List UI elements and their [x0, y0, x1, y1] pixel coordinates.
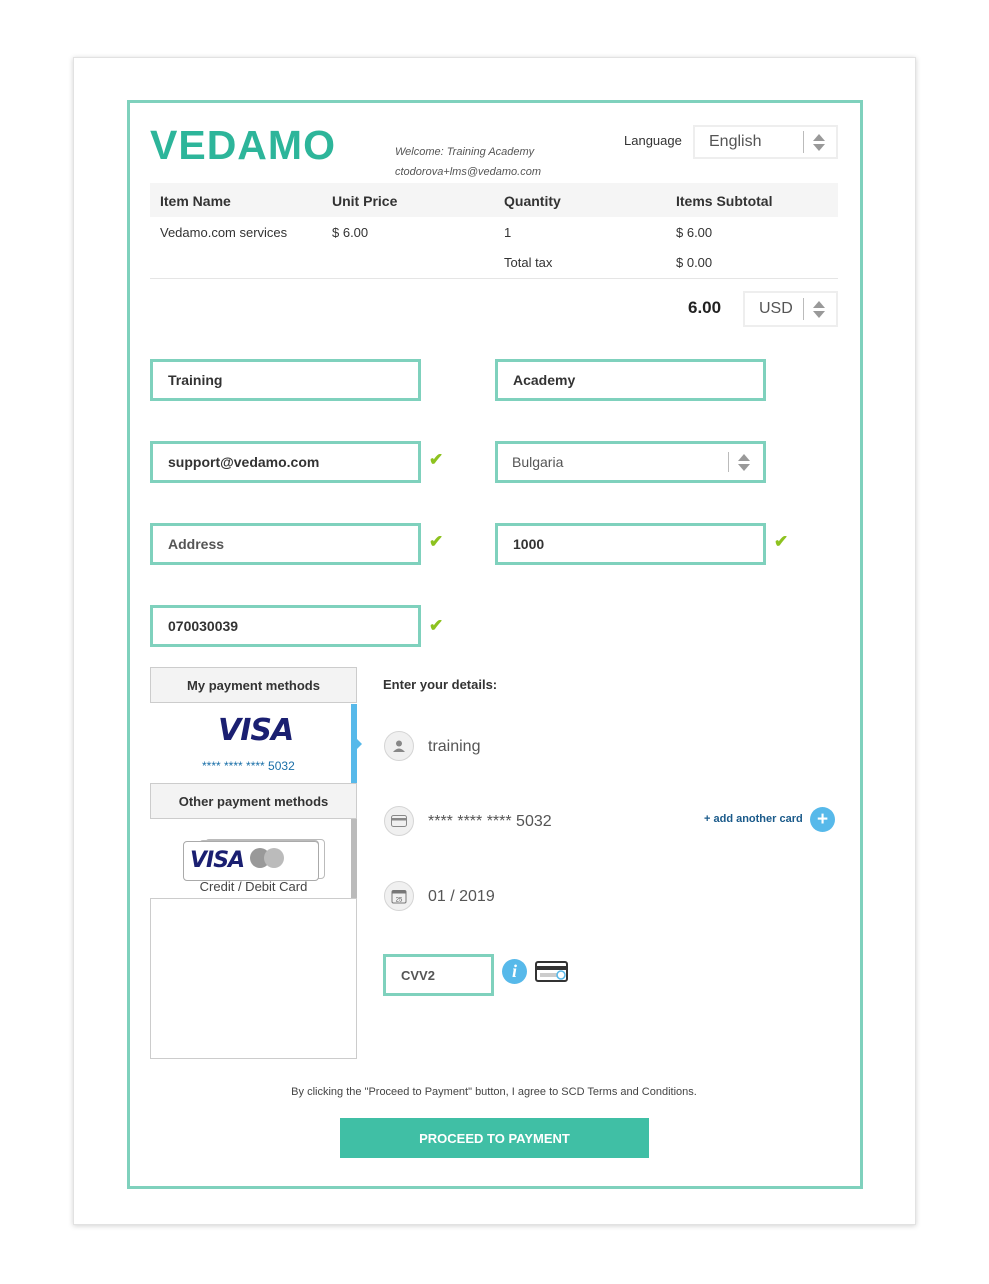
row-unit-price: $ 6.00 — [332, 225, 369, 240]
terms-text: By clicking the "Proceed to Payment" but… — [291, 1086, 697, 1098]
expiry-value: 01 / 2019 — [428, 888, 495, 905]
zip-input[interactable]: 1000 — [495, 523, 766, 565]
card-holder-value: training — [428, 738, 481, 755]
other-payment-methods-title: Other payment methods — [150, 783, 357, 819]
address-check-icon: ✔ — [429, 532, 444, 551]
proceed-to-payment-button[interactable]: PROCEED TO PAYMENT — [340, 1118, 649, 1158]
option-scroll-indicator — [351, 819, 357, 898]
updown-arrows-icon — [737, 453, 751, 471]
visa-logo-icon: VISA — [218, 713, 294, 748]
col-quantity: Quantity — [504, 193, 561, 209]
cvv-input[interactable]: CVV2 — [383, 954, 494, 996]
order-total: 6.00 — [688, 298, 722, 317]
email-input[interactable]: support@vedamo.com — [150, 441, 421, 483]
language-value: English — [709, 133, 762, 150]
zip-valid-check-icon: ✔ — [774, 532, 789, 551]
updown-arrows-icon — [812, 300, 826, 318]
add-card-plus-icon[interactable]: + — [810, 807, 835, 832]
col-items-subtotal: Items Subtotal — [676, 193, 773, 209]
calendar-day: 25 — [396, 898, 403, 904]
language-label: Language — [624, 133, 682, 148]
vedamo-logo: VEDAMO — [150, 122, 336, 168]
saved-card-number: **** **** **** 5032 — [202, 759, 295, 773]
enter-details-title: Enter your details: — [383, 677, 498, 692]
table-divider — [150, 278, 838, 279]
email-valid-check-icon: ✔ — [429, 450, 444, 469]
currency-select[interactable]: USD — [743, 291, 838, 327]
welcome-text: Welcome: Training Academy — [395, 146, 535, 158]
info-icon[interactable]: i — [502, 959, 527, 984]
country-select[interactable]: Bulgaria — [495, 441, 766, 483]
col-item-name: Item Name — [160, 193, 231, 209]
country-value: Bulgaria — [512, 454, 564, 470]
credit-debit-card-option[interactable]: VISA Credit / Debit Card — [150, 819, 357, 899]
col-unit-price: Unit Price — [332, 193, 398, 209]
tax-label: Total tax — [504, 255, 553, 270]
updown-arrows-icon — [812, 133, 826, 151]
first-name-input[interactable]: Training — [150, 359, 421, 401]
my-payment-methods-title: My payment methods — [150, 667, 357, 703]
card-back-cvv-icon — [535, 961, 568, 987]
selected-arrow-icon — [357, 739, 362, 749]
visa-logo-icon: VISA — [190, 848, 245, 873]
row-subtotal: $ 6.00 — [676, 225, 713, 240]
user-email: ctodorova+lms@vedamo.com — [395, 166, 541, 178]
address-input[interactable]: Address — [150, 523, 421, 565]
saved-visa-card[interactable]: VISA **** **** **** 5032 — [150, 703, 357, 784]
add-another-card-link[interactable]: + add another card — [704, 813, 803, 825]
row-quantity: 1 — [504, 225, 512, 240]
calendar-icon: 25 — [384, 881, 414, 911]
language-select[interactable]: English — [693, 125, 838, 159]
phone-valid-check-icon: ✔ — [429, 616, 444, 635]
currency-value: USD — [759, 300, 793, 317]
card-icon — [384, 806, 414, 836]
phone-input[interactable]: 070030039 — [150, 605, 421, 647]
tax-value: $ 0.00 — [676, 255, 713, 270]
last-name-input[interactable]: Academy — [495, 359, 766, 401]
credit-debit-card-label: Credit / Debit Card — [199, 879, 308, 894]
user-icon — [384, 731, 414, 761]
card-number-value: **** **** **** 5032 — [428, 813, 552, 830]
row-item-name: Vedamo.com services — [160, 225, 288, 240]
cards-stack-icon: VISA — [183, 841, 319, 881]
